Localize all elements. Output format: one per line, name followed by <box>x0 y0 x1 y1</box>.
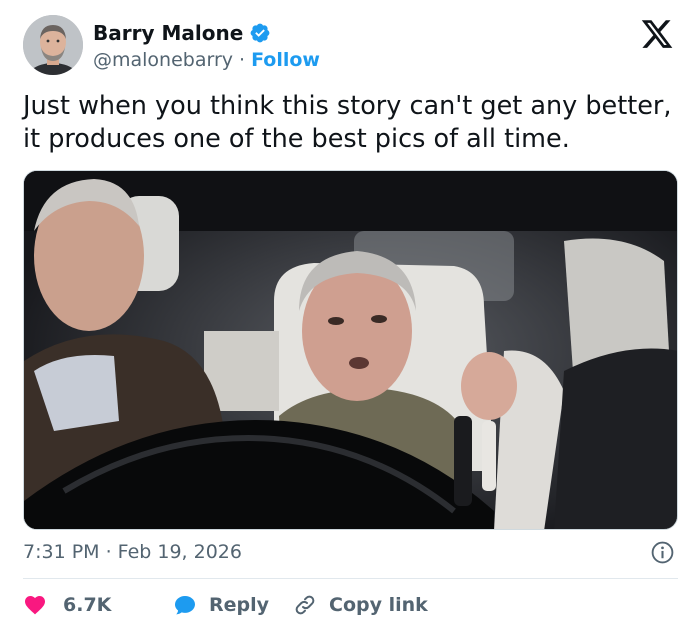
author-display-name[interactable]: Barry Malone <box>93 20 243 46</box>
handle-separator: · <box>239 49 246 71</box>
tweet-text-line: it produces one of the best pics of all … <box>23 124 570 154</box>
divider <box>23 578 678 579</box>
tweet-text: Just when you think this story can't get… <box>23 90 683 156</box>
author-handle-row: @malonebarry · Follow <box>93 48 320 72</box>
copy-link-button[interactable]: Copy link <box>293 593 428 617</box>
avatar[interactable] <box>23 15 83 75</box>
like-count: 6.7K <box>63 594 112 616</box>
copy-link-label: Copy link <box>329 594 428 616</box>
tweet-card: Barry Malone @malonebarry · Follow Just … <box>0 0 700 632</box>
verified-badge-icon <box>250 23 270 43</box>
reply-label: Reply <box>209 594 270 616</box>
reply-button[interactable]: Reply <box>173 593 293 617</box>
heart-icon <box>25 596 45 615</box>
author-handle[interactable]: @malonebarry <box>93 48 233 72</box>
info-icon[interactable] <box>650 540 675 565</box>
tweet-text-line: Just when you think this story can't get… <box>23 91 672 121</box>
like-button[interactable]: 6.7K <box>23 593 173 617</box>
follow-button[interactable]: Follow <box>251 48 320 72</box>
link-icon <box>295 595 315 615</box>
tweet-photo[interactable] <box>23 170 678 530</box>
tweet-actions-bar: 6.7K Reply Copy link <box>23 590 428 620</box>
x-logo-icon[interactable] <box>639 17 675 51</box>
speech-bubble-icon <box>175 596 195 615</box>
author-name-row: Barry Malone <box>93 20 271 46</box>
tweet-timestamp[interactable]: 7:31 PM · Feb 19, 2026 <box>23 540 242 564</box>
